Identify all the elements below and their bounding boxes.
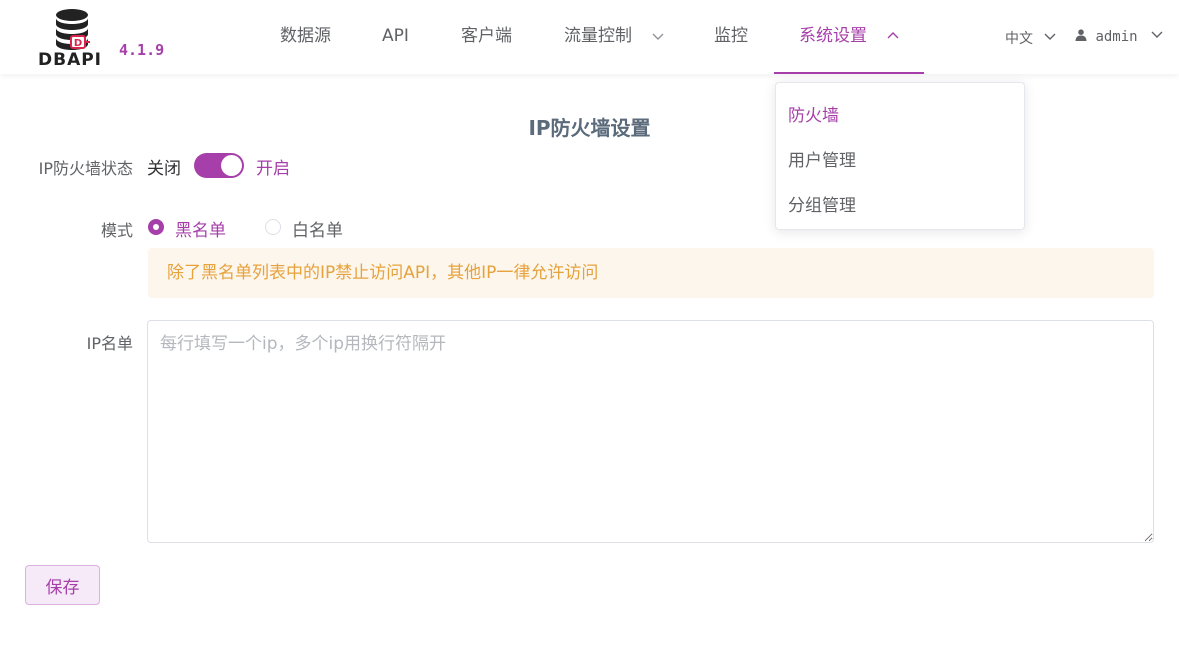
svg-text:D: D	[74, 38, 82, 49]
chevron-up-icon	[887, 32, 899, 39]
nav-item-datasource[interactable]: 数据源	[280, 0, 331, 74]
dropdown-item-user-management[interactable]: 用户管理	[788, 146, 856, 171]
version-label: 4.1.9	[119, 41, 165, 59]
nav-item-traffic-control[interactable]: 流量控制	[564, 0, 665, 74]
nav-item-label: 监控	[714, 26, 748, 46]
nav-item-client[interactable]: 客户端	[461, 0, 512, 74]
firewall-toggle[interactable]	[194, 153, 244, 178]
nav-item-api[interactable]: API	[382, 0, 409, 74]
language-label: 中文	[1005, 31, 1033, 47]
toggle-knob	[221, 155, 242, 176]
chevron-down-icon	[1151, 31, 1163, 38]
switch-off-text: 关闭	[147, 159, 181, 179]
whitelist-label[interactable]: 白名单	[292, 216, 343, 241]
firewall-status-label: IP防火墙状态	[38, 159, 133, 178]
nav-item-label: 数据源	[280, 26, 331, 46]
nav-item-monitor[interactable]: 监控	[714, 0, 748, 74]
switch-on-text: 开启	[256, 159, 290, 179]
nav-item-label: 流量控制	[564, 26, 632, 46]
whitelist-radio[interactable]	[265, 219, 281, 235]
nav-item-label: 客户端	[461, 26, 512, 46]
user-menu[interactable]: admin	[1075, 28, 1164, 45]
nav-item-label: 系统设置	[799, 26, 867, 46]
ip-list-textarea[interactable]	[147, 320, 1154, 543]
nav-item-label: API	[382, 26, 409, 46]
system-settings-dropdown: 防火墙 用户管理 分组管理	[775, 82, 1025, 230]
save-button[interactable]: 保存	[25, 565, 100, 605]
blacklist-radio[interactable]	[148, 219, 164, 235]
chevron-down-icon	[1044, 33, 1056, 40]
logo-text: DBAPI	[38, 50, 103, 70]
mode-hint-alert: 除了黑名单列表中的IP禁止访问API，其他IP一律允许访问	[148, 248, 1154, 298]
language-selector[interactable]: 中文	[1005, 28, 1057, 48]
mode-label: 模式	[100, 221, 133, 240]
username-label: admin	[1095, 29, 1138, 45]
dropdown-item-firewall[interactable]: 防火墙	[788, 101, 839, 126]
user-icon	[1075, 29, 1087, 41]
ip-list-label: IP名单	[86, 334, 133, 353]
dropdown-item-group-management[interactable]: 分组管理	[788, 191, 856, 216]
blacklist-label[interactable]: 黑名单	[175, 216, 226, 241]
chevron-down-icon	[652, 33, 664, 40]
nav-item-system-settings[interactable]: 系统设置	[774, 0, 924, 74]
top-navbar: D DBAPI 4.1.9 数据源 API 客户端 流量控制 监控 系统设置 中…	[0, 0, 1179, 74]
